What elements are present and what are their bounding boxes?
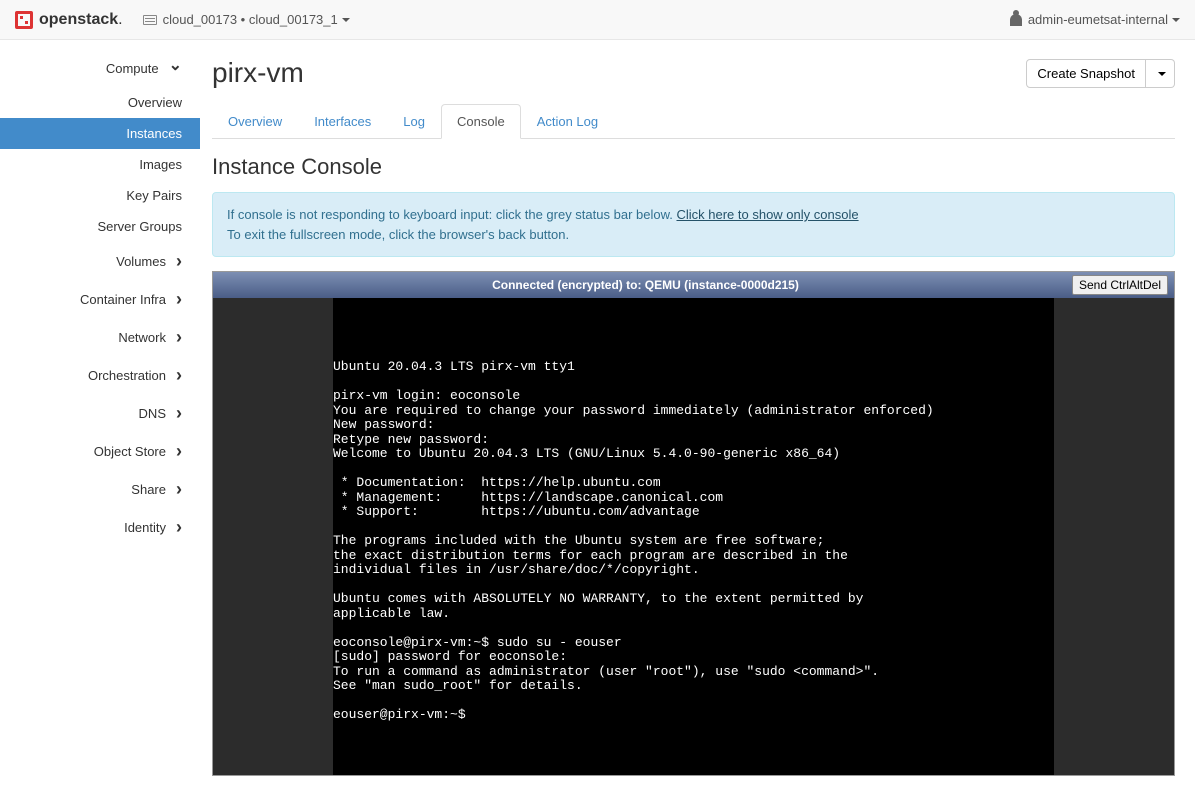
user-icon: [1010, 14, 1022, 26]
sidebar-item-dns[interactable]: DNS: [0, 394, 200, 432]
sidebar-label: Volumes: [116, 254, 166, 269]
sidebar-sub-instances[interactable]: Instances: [0, 118, 200, 149]
brand-logo[interactable]: openstack.: [15, 11, 123, 29]
chevron-right-icon: [176, 328, 182, 346]
project-label: cloud_00173 • cloud_00173_1: [163, 12, 338, 27]
tab-console[interactable]: Console: [441, 104, 521, 139]
user-label: admin-eumetsat-internal: [1028, 12, 1168, 27]
sidebar-sub-servergroups[interactable]: Server Groups: [0, 211, 200, 242]
openstack-icon: [15, 11, 33, 29]
chevron-right-icon: [176, 404, 182, 422]
sidebar-sub-keypairs[interactable]: Key Pairs: [0, 180, 200, 211]
sidebar-label: Identity: [124, 520, 166, 535]
console-terminal[interactable]: Ubuntu 20.04.3 LTS pirx-vm tty1 pirx-vm …: [213, 298, 1174, 775]
sidebar-item-container-infra[interactable]: Container Infra: [0, 280, 200, 318]
tab-interfaces[interactable]: Interfaces: [298, 104, 387, 139]
sidebar-item-share[interactable]: Share: [0, 470, 200, 508]
sidebar-label: DNS: [139, 406, 166, 421]
chevron-right-icon: [176, 252, 182, 270]
user-menu[interactable]: admin-eumetsat-internal: [1010, 12, 1180, 27]
sidebar-item-volumes[interactable]: Volumes: [0, 242, 200, 280]
sidebar-label: Container Infra: [80, 292, 166, 307]
create-snapshot-button[interactable]: Create Snapshot: [1026, 59, 1146, 88]
show-only-console-link[interactable]: Click here to show only console: [676, 207, 858, 222]
send-ctrl-alt-del-button[interactable]: Send CtrlAltDel: [1072, 275, 1168, 295]
brand-dot: .: [118, 11, 122, 29]
brand-text: openstack: [39, 11, 118, 29]
console-status-bar[interactable]: Connected (encrypted) to: QEMU (instance…: [213, 272, 1174, 298]
sidebar-sub-images[interactable]: Images: [0, 149, 200, 180]
page-title: pirx-vm: [212, 57, 304, 89]
tabs: Overview Interfaces Log Console Action L…: [212, 104, 1175, 139]
sidebar-item-compute[interactable]: Compute: [0, 50, 200, 87]
sidebar-item-object-store[interactable]: Object Store: [0, 432, 200, 470]
console-frame: Connected (encrypted) to: QEMU (instance…: [212, 271, 1175, 776]
sidebar-sub-overview[interactable]: Overview: [0, 87, 200, 118]
alert-text-1: If console is not responding to keyboard…: [227, 207, 676, 222]
main-content: pirx-vm Create Snapshot Overview Interfa…: [200, 40, 1195, 796]
sidebar-label: Compute: [106, 61, 159, 76]
caret-down-icon: [1158, 72, 1166, 76]
sidebar-item-identity[interactable]: Identity: [0, 508, 200, 546]
tab-overview[interactable]: Overview: [212, 104, 298, 139]
console-status-text: Connected (encrypted) to: QEMU (instance…: [219, 278, 1072, 292]
console-info-alert: If console is not responding to keyboard…: [212, 192, 1175, 257]
project-icon: [143, 15, 157, 25]
tab-actionlog[interactable]: Action Log: [521, 104, 614, 139]
caret-down-icon: [1172, 18, 1180, 22]
caret-down-icon: [342, 18, 350, 22]
snapshot-dropdown-button[interactable]: [1146, 59, 1175, 88]
tab-log[interactable]: Log: [387, 104, 441, 139]
alert-text-2: To exit the fullscreen mode, click the b…: [227, 227, 569, 242]
sidebar-label: Object Store: [94, 444, 166, 459]
console-left-margin: [213, 298, 333, 775]
sidebar-item-orchestration[interactable]: Orchestration: [0, 356, 200, 394]
project-switcher[interactable]: cloud_00173 • cloud_00173_1: [143, 12, 350, 27]
section-title: Instance Console: [212, 154, 1175, 180]
chevron-right-icon: [176, 480, 182, 498]
chevron-right-icon: [176, 518, 182, 536]
sidebar-item-network[interactable]: Network: [0, 318, 200, 356]
sidebar-label: Orchestration: [88, 368, 166, 383]
top-nav: openstack. cloud_00173 • cloud_00173_1 a…: [0, 0, 1195, 40]
sidebar-label: Share: [131, 482, 166, 497]
sidebar-label: Network: [118, 330, 166, 345]
chevron-right-icon: [176, 366, 182, 384]
chevron-right-icon: [176, 442, 182, 460]
console-right-margin: [1054, 298, 1174, 775]
chevron-right-icon: [176, 290, 182, 308]
snapshot-button-group: Create Snapshot: [1026, 59, 1175, 88]
sidebar: Compute Overview Instances Images Key Pa…: [0, 40, 200, 796]
chevron-down-icon: [169, 60, 182, 77]
console-output: Ubuntu 20.04.3 LTS pirx-vm tty1 pirx-vm …: [213, 356, 1054, 746]
